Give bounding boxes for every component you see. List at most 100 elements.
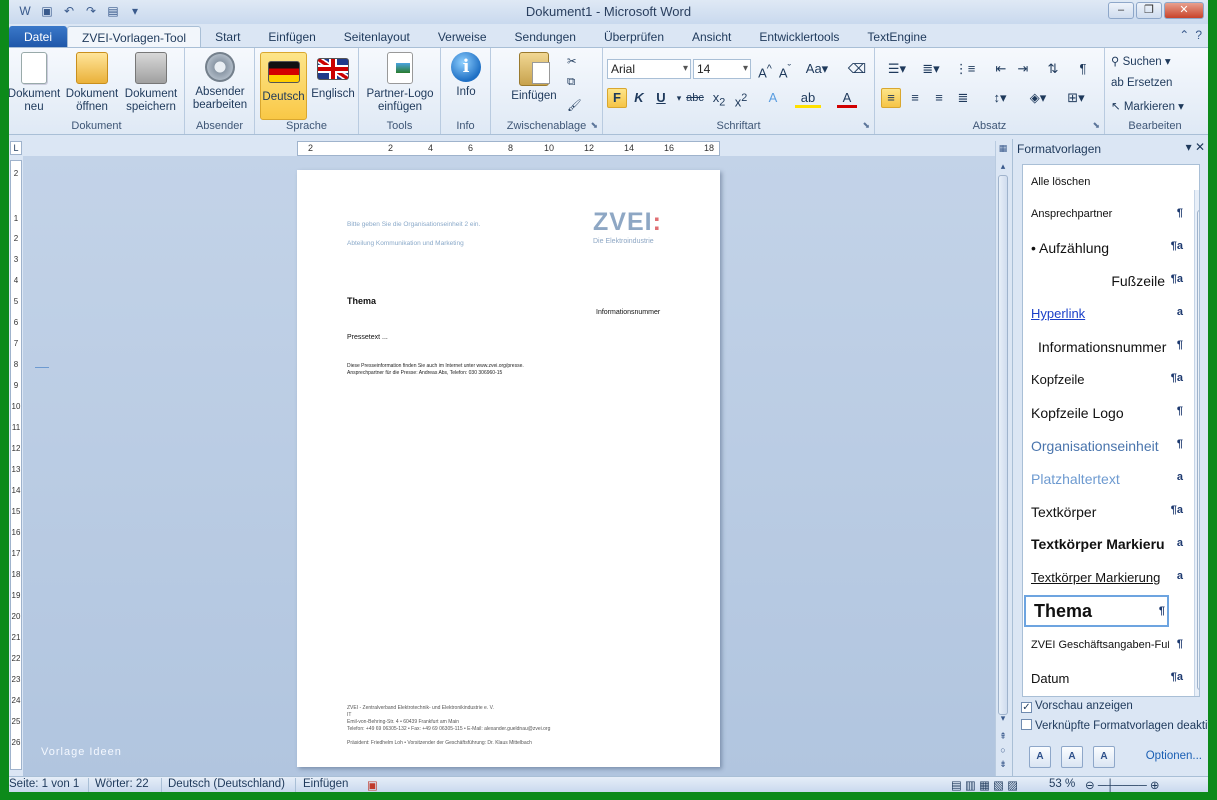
browse-object-icon[interactable]: ○ — [996, 745, 1010, 755]
doc-pressetext[interactable]: Pressetext ... — [347, 334, 388, 341]
scroll-up-icon[interactable]: ▴ — [996, 161, 1010, 172]
macro-record-icon[interactable]: ▣ — [367, 778, 378, 792]
font-dialog-launcher-icon[interactable]: ⬊ — [862, 120, 870, 131]
style-item[interactable]: Fußzeile ¶a — [1023, 266, 1183, 296]
sort-icon[interactable]: ⇅ — [1043, 59, 1063, 79]
text-effects-icon[interactable]: A — [763, 88, 783, 108]
status-language[interactable]: Deutsch (Deutschland) — [168, 778, 285, 790]
highlight-color-icon[interactable]: ab — [795, 88, 821, 108]
style-item[interactable]: Informationsnummer ¶ — [1023, 332, 1183, 362]
style-item[interactable]: Textkörper ¶a — [1023, 497, 1183, 527]
grow-font-icon[interactable]: A^ — [755, 59, 775, 80]
line-spacing-icon[interactable]: ↕▾ — [987, 88, 1013, 108]
format-painter-icon[interactable]: 🖌 — [567, 98, 582, 112]
ruler-toggle-icon[interactable]: ▦ — [996, 143, 1010, 154]
englisch-button[interactable]: Englisch — [308, 52, 358, 101]
checkbox-unchecked-icon[interactable] — [1021, 719, 1032, 730]
doc-thema[interactable]: Thema — [347, 296, 376, 306]
doc-footer-line[interactable]: ZVEI - Zentralverband Elektrotechnik- un… — [347, 705, 494, 711]
previous-page-icon[interactable]: ⇞ — [996, 731, 1010, 742]
doc-footer-line[interactable]: Emil-von-Behring-Str. 4 • 60439 Frankfur… — [347, 719, 459, 725]
style-item[interactable]: Textkörper Markierung a — [1023, 563, 1183, 593]
vertical-scrollbar[interactable]: ▦ ▴ ▾ ⇞ ○ ⇟ — [995, 141, 1010, 776]
verknuepfte-formatvorlagen-checkbox[interactable]: Verknüpfte Formatvorlagen deaktivi — [1021, 719, 1208, 732]
styles-list-scrollbar[interactable] — [1194, 190, 1199, 696]
tab-selector[interactable]: L — [10, 141, 22, 155]
close-button[interactable]: ✕ — [1164, 2, 1204, 19]
doc-footer-line[interactable]: Präsident: Friedhelm Loh • Vorsitzender … — [347, 740, 532, 746]
underline-icon[interactable]: U — [651, 88, 671, 108]
style-item[interactable]: Platzhaltertext a — [1023, 464, 1183, 494]
style-item[interactable]: Alle löschen — [1023, 167, 1183, 197]
decrease-indent-icon[interactable]: ⇤ — [991, 59, 1011, 79]
options-link[interactable]: Optionen... — [1146, 750, 1202, 762]
tab-einfuegen[interactable]: Einfügen — [254, 26, 329, 48]
document-page[interactable]: Bitte geben Sie die Organisationseinheit… — [297, 170, 720, 767]
dialog-launcher-icon[interactable]: ⬊ — [590, 120, 598, 131]
tab-sendungen[interactable]: Sendungen — [501, 26, 590, 48]
multilevel-list-icon[interactable]: ⋮≡ — [951, 59, 979, 79]
pane-menu-icon[interactable]: ▾ — [1186, 140, 1192, 154]
font-size-combo[interactable]: 14 — [693, 59, 751, 79]
dokument-speichern-button[interactable]: Dokument speichern — [122, 52, 180, 114]
pane-close-icon[interactable]: ✕ — [1195, 140, 1205, 154]
info-button[interactable]: i Info — [437, 52, 495, 99]
zoom-slider[interactable]: ⊖ ─┼──── ⊕ — [1085, 778, 1160, 792]
horizontal-ruler[interactable]: 2 2 4 6 8 10 12 14 16 18 — [297, 141, 720, 156]
tab-seitenlayout[interactable]: Seitenlayout — [330, 26, 424, 48]
shading-icon[interactable]: ◈▾ — [1025, 88, 1051, 108]
ersetzen-button[interactable]: ab Ersetzen — [1111, 77, 1172, 89]
style-item[interactable]: Kopfzeile ¶a — [1023, 365, 1183, 395]
font-name-combo[interactable]: Arial — [607, 59, 691, 79]
doc-internet-line[interactable]: Diese Presseinformation finden Sie auch … — [347, 363, 524, 369]
increase-indent-icon[interactable]: ⇥ — [1013, 59, 1033, 79]
minimize-ribbon-icon[interactable]: ⌃ — [1179, 28, 1189, 42]
tab-zvei-vorlagen-tool[interactable]: ZVEI-Vorlagen-Tool — [67, 26, 202, 48]
show-formatting-icon[interactable]: ¶ — [1073, 59, 1093, 79]
organisationseinheit-1[interactable]: Abteilung Kommunikation und Marketing — [347, 240, 464, 247]
paragraph-dialog-launcher-icon[interactable]: ⬊ — [1092, 120, 1100, 131]
tab-ueberpruefen[interactable]: Überprüfen — [590, 26, 678, 48]
cut-icon[interactable]: ✂ — [567, 54, 577, 68]
scroll-down-icon[interactable]: ▾ — [996, 713, 1010, 724]
dokument-oeffnen-button[interactable]: Dokument öffnen — [63, 52, 121, 114]
align-right-icon[interactable]: ≡ — [929, 88, 949, 108]
new-style-icon[interactable]: A — [1029, 746, 1051, 768]
partner-logo-button[interactable]: Partner-Logo einfügen — [365, 52, 435, 114]
status-mode[interactable]: Einfügen — [303, 778, 348, 790]
doc-footer-line[interactable]: IT — [347, 712, 351, 718]
markieren-button[interactable]: ↖ Markieren ▾ — [1111, 99, 1184, 113]
view-buttons[interactable]: ▤ ▥ ▦ ▧ ▨ — [951, 778, 1018, 792]
clear-formatting-icon[interactable]: ⌫ — [847, 59, 867, 79]
minimize-button[interactable]: – — [1108, 2, 1134, 19]
dokument-neu-button[interactable]: Dokument neu — [9, 52, 63, 114]
style-item[interactable]: Organisationseinheit ¶ — [1023, 431, 1183, 461]
status-words[interactable]: Wörter: 22 — [95, 778, 149, 790]
suchen-button[interactable]: ⚲ Suchen ▾ — [1111, 54, 1171, 68]
style-item[interactable]: Hyperlink a — [1023, 299, 1183, 329]
status-page[interactable]: Seite: 1 von 1 — [9, 778, 79, 790]
tab-datei[interactable]: Datei — [9, 26, 68, 48]
absender-bearbeiten-button[interactable]: Absender bearbeiten — [189, 52, 251, 112]
doc-footer-line[interactable]: Telefon: +49 69 06305-132 • Fax: +49 69 … — [347, 726, 550, 732]
scroll-thumb[interactable] — [998, 175, 1008, 715]
bullets-icon[interactable]: ☰▾ — [883, 59, 911, 79]
style-item[interactable]: Datum ¶a — [1023, 664, 1183, 694]
style-item[interactable]: Kopfzeile Logo ¶ — [1023, 398, 1183, 428]
next-page-icon[interactable]: ⇟ — [996, 759, 1010, 770]
restore-button[interactable]: ❐ — [1136, 2, 1162, 19]
document-workspace[interactable]: Bitte geben Sie die Organisationseinheit… — [23, 156, 995, 776]
tab-ansicht[interactable]: Ansicht — [678, 26, 745, 48]
checkbox-checked-icon[interactable]: ✓ — [1021, 702, 1032, 713]
bold-icon[interactable]: F — [607, 88, 627, 108]
change-case-icon[interactable]: Aa▾ — [803, 59, 831, 79]
deutsch-button[interactable]: Deutsch — [260, 52, 307, 120]
style-item[interactable]: • Aufzählung ¶a — [1023, 233, 1183, 263]
tab-textengine[interactable]: TextEngine — [853, 26, 940, 48]
numbering-icon[interactable]: ≣▾ — [917, 59, 945, 79]
superscript-icon[interactable]: x2 — [731, 88, 751, 109]
borders-icon[interactable]: ⊞▾ — [1063, 88, 1089, 108]
scroll-thumb[interactable] — [1197, 210, 1199, 690]
vertical-ruler[interactable]: 2 1 2 3 4 5 6 7 8 9 10 11 12 13 14 15 16… — [10, 160, 22, 770]
einfuegen-button[interactable]: Einfügen — [505, 52, 563, 103]
